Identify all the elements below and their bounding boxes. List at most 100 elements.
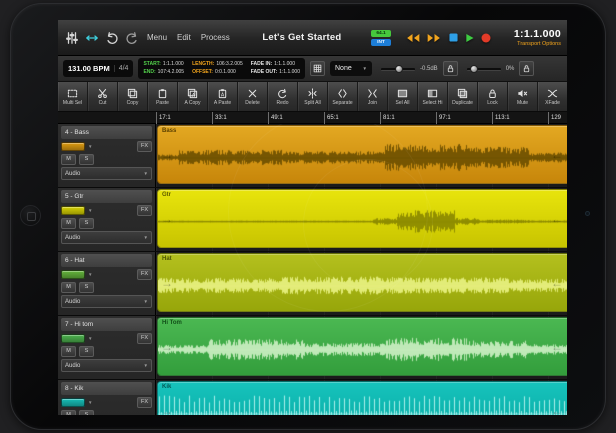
- process-button[interactable]: Process: [201, 33, 230, 42]
- track-color-button[interactable]: [61, 142, 85, 151]
- track-lane[interactable]: Kik→←: [156, 380, 567, 415]
- fast-forward-button[interactable]: [427, 33, 442, 43]
- track-color-button[interactable]: [61, 206, 85, 215]
- menu-button[interactable]: Menu: [147, 33, 167, 42]
- snap-select[interactable]: None ▼: [330, 61, 372, 76]
- timeline-ruler[interactable]: 17:133:149:165:181:197:1113:1129: [58, 112, 567, 124]
- toolbar-button-multi-sel[interactable]: Multi Sel: [58, 82, 88, 111]
- track-type-select[interactable]: Audio▼: [61, 231, 152, 244]
- audio-region[interactable]: Gtr→←: [157, 189, 567, 248]
- track-name[interactable]: 6 - Hat: [61, 254, 152, 267]
- gain-slider[interactable]: [381, 63, 415, 75]
- toolbar-button-separate[interactable]: Separate: [328, 82, 358, 111]
- track-lane[interactable]: Bass→←: [156, 124, 567, 187]
- toolbar-button-a-paste[interactable]: AA Paste: [208, 82, 238, 111]
- rewind-button[interactable]: [405, 33, 420, 43]
- chevron-down-icon: ▼: [88, 208, 92, 213]
- xfade-slider[interactable]: [467, 63, 501, 75]
- redo-icon[interactable]: [124, 30, 140, 46]
- grid-snap-icon[interactable]: [310, 61, 325, 76]
- fade-out-handle[interactable]: ←: [551, 277, 563, 289]
- undo-icon[interactable]: [104, 30, 120, 46]
- toolbar-button-redo[interactable]: Redo: [268, 82, 298, 111]
- solo-button[interactable]: S: [79, 282, 94, 293]
- toolbar-button-duplicate[interactable]: Duplicate: [448, 82, 478, 111]
- toolbar-button-join[interactable]: Join: [358, 82, 388, 111]
- ruler-tick: 33:1: [212, 112, 227, 124]
- toolbar-button-paste[interactable]: Paste: [148, 82, 178, 111]
- toolbar-button-sel-all[interactable]: Sel All: [388, 82, 418, 111]
- fx-button[interactable]: FX: [137, 333, 152, 344]
- audio-region[interactable]: Hi Tom→←: [157, 317, 567, 376]
- fade-out-handle[interactable]: ←: [551, 405, 563, 416]
- track-name[interactable]: 4 - Bass: [61, 126, 152, 139]
- solo-button[interactable]: S: [79, 154, 94, 165]
- fx-button[interactable]: FX: [137, 269, 152, 280]
- waveform-canvas: [158, 135, 567, 180]
- record-button[interactable]: [481, 33, 491, 43]
- solo-button[interactable]: S: [79, 346, 94, 357]
- track-lane[interactable]: Gtr→←: [156, 188, 567, 251]
- track-color-button[interactable]: [61, 270, 85, 279]
- track-type-select[interactable]: Audio▼: [61, 295, 152, 308]
- tempo-display[interactable]: 131.00 BPM 4/4: [63, 60, 133, 77]
- mute-button[interactable]: M: [61, 410, 76, 415]
- fade-in-handle[interactable]: →: [161, 149, 173, 161]
- toolbar-button-a-copy[interactable]: AA Copy: [178, 82, 208, 111]
- waveform-canvas: [158, 327, 567, 372]
- track-name[interactable]: 5 - Gtr: [61, 190, 152, 203]
- mute-button[interactable]: M: [61, 282, 76, 293]
- home-button[interactable]: [20, 205, 41, 226]
- edit-mode-icon[interactable]: [84, 30, 100, 46]
- fade-in-handle[interactable]: →: [161, 213, 173, 225]
- solo-button[interactable]: S: [79, 218, 94, 229]
- stop-button[interactable]: [449, 33, 458, 42]
- mixer-icon[interactable]: [64, 30, 80, 46]
- lock-icon[interactable]: [519, 61, 534, 76]
- track-row: 4 - Bass▼FXMSAudio▼Bass→←: [58, 124, 567, 188]
- toolbar-button-cut[interactable]: Cut: [88, 82, 118, 111]
- play-button[interactable]: [465, 33, 474, 43]
- mute-button[interactable]: M: [61, 346, 76, 357]
- separate-icon: [337, 88, 348, 99]
- gain-slider-knob[interactable]: [395, 65, 403, 73]
- fx-button[interactable]: FX: [137, 205, 152, 216]
- fade-out-handle[interactable]: ←: [551, 341, 563, 353]
- mute-button[interactable]: M: [61, 154, 76, 165]
- mute-button[interactable]: M: [61, 218, 76, 229]
- fade-in-handle[interactable]: →: [161, 277, 173, 289]
- fade-out-handle[interactable]: ←: [551, 149, 563, 161]
- toolbar-button-delete[interactable]: Delete: [238, 82, 268, 111]
- track-type-select[interactable]: Audio▼: [61, 359, 152, 372]
- fade-out-handle[interactable]: ←: [551, 213, 563, 225]
- audio-region[interactable]: Bass→←: [157, 125, 567, 184]
- app-screen: Menu Edit Process Let's Get Started 64.1…: [58, 20, 567, 415]
- fade-in-handle[interactable]: →: [161, 405, 173, 416]
- edit-button[interactable]: Edit: [177, 33, 191, 42]
- track-row: 5 - Gtr▼FXMSAudio▼Gtr→←: [58, 188, 567, 252]
- toolbar-button-select-hi[interactable]: Select Hi: [418, 82, 448, 111]
- lock-icon[interactable]: [443, 61, 458, 76]
- track-name[interactable]: 8 - Kik: [61, 382, 152, 395]
- transport-options-link[interactable]: Transport Options: [517, 41, 561, 47]
- audio-region[interactable]: Hat→←: [157, 253, 567, 312]
- ruler-tick: 113:1: [492, 112, 510, 124]
- xfade-slider-knob[interactable]: [470, 65, 478, 73]
- toolbar-button-mute[interactable]: Mute: [508, 82, 538, 111]
- solo-button[interactable]: S: [79, 410, 94, 415]
- track-lane[interactable]: Hat→←: [156, 252, 567, 315]
- toolbar-button-xfade[interactable]: XFade: [538, 82, 567, 111]
- toolbar-button-split-all[interactable]: Split All: [298, 82, 328, 111]
- fx-button[interactable]: FX: [137, 397, 152, 408]
- track-lane[interactable]: Hi Tom→←: [156, 316, 567, 379]
- fx-button[interactable]: FX: [137, 141, 152, 152]
- track-type-select[interactable]: Audio▼: [61, 167, 152, 180]
- track-color-button[interactable]: [61, 398, 85, 407]
- toolbar-button-lock[interactable]: Lock: [478, 82, 508, 111]
- chevron-down-icon: ▼: [88, 336, 92, 341]
- track-name[interactable]: 7 - Hi tom: [61, 318, 152, 331]
- track-color-button[interactable]: [61, 334, 85, 343]
- audio-region[interactable]: Kik→←: [157, 381, 567, 415]
- fade-in-handle[interactable]: →: [161, 341, 173, 353]
- toolbar-button-copy[interactable]: Copy: [118, 82, 148, 111]
